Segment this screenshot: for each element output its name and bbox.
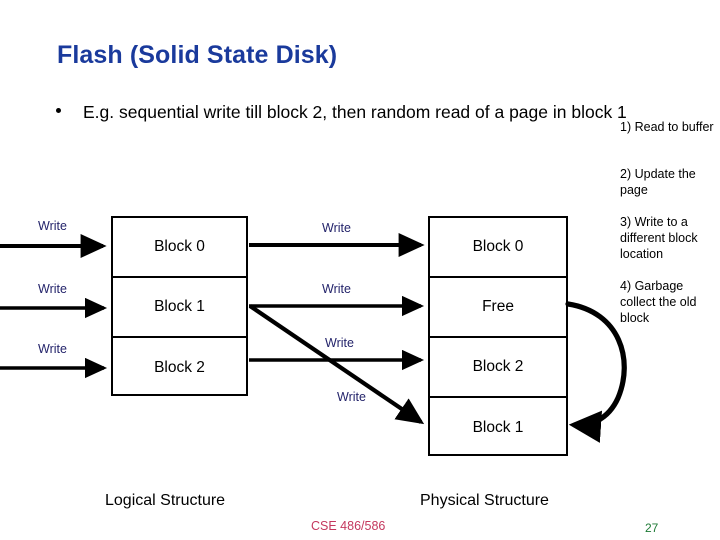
slide-canvas: Flash (Solid State Disk) E.g. sequential…	[0, 0, 720, 540]
caption-logical-structure: Logical Structure	[105, 492, 226, 509]
bullet-dot-icon	[56, 108, 61, 113]
course-tag: CSE 486/586	[311, 519, 386, 533]
physical-cell-1: Free	[430, 278, 566, 338]
write-label-left-2: Write	[38, 342, 67, 356]
logical-cell-2: Block 2	[154, 359, 205, 376]
page-number: 27	[645, 521, 659, 535]
write-label-mid-1: Write	[322, 282, 351, 296]
physical-structure-table: Block 0 Free Block 2 Block 1	[428, 216, 568, 456]
note-step-3: 3) Write to a different block location	[620, 215, 698, 261]
write-label-left-1: Write	[38, 282, 67, 296]
write-label-left-0: Write	[38, 219, 67, 233]
page-title: Flash (Solid State Disk)	[57, 41, 338, 69]
logical-cell-0: Block 0	[113, 218, 246, 278]
write-label-mid-2: Write	[325, 336, 354, 350]
note-step-2: 2) Update the page	[620, 167, 696, 197]
arrow-write-mid-3-diagonal	[248, 304, 425, 425]
physical-cell-0: Block 0	[430, 218, 566, 278]
note-step-4: 4) Garbage collect the old block	[620, 279, 697, 325]
physical-cell-3: Block 1	[472, 419, 524, 436]
logical-structure-table: Block 0 Block 1 Block 2	[111, 216, 248, 396]
caption-physical-structure: Physical Structure	[420, 492, 549, 509]
garbage-collect-curved-arrow	[565, 301, 627, 443]
logical-cell-1: Block 1	[113, 278, 246, 338]
write-label-mid-3: Write	[337, 390, 366, 404]
write-label-mid-0: Write	[322, 221, 351, 235]
bullet-text: E.g. sequential write till block 2, then…	[83, 102, 627, 122]
note-step-1: 1) Read to buffer	[620, 120, 714, 134]
physical-cell-2: Block 2	[430, 338, 566, 398]
diagram-arrows	[0, 233, 627, 443]
